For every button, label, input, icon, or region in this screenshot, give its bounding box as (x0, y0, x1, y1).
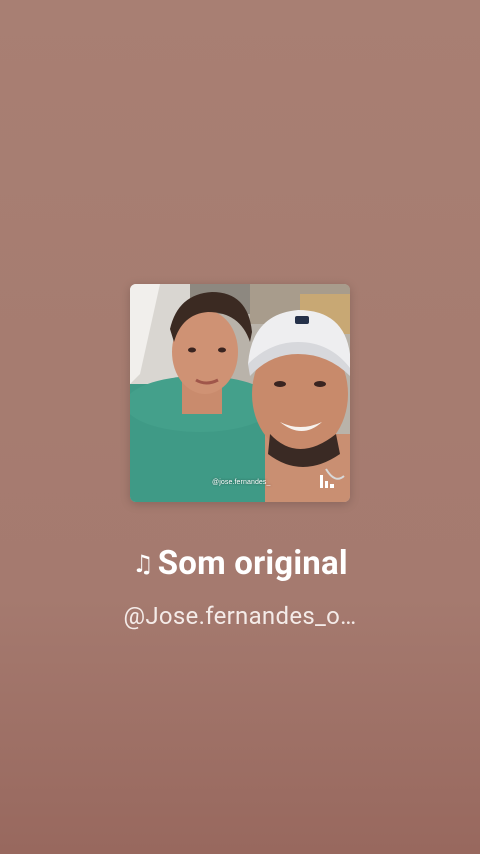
sound-title-row: ♫ Som original (0, 542, 480, 586)
cover-watermark: @jose.fernandes_ (212, 479, 271, 486)
cover-photo (130, 284, 350, 502)
sound-author-link[interactable]: @Jose.fernandes_o… (0, 598, 480, 634)
sound-title: Som original (157, 544, 348, 583)
app-logo-icon (320, 475, 334, 488)
music-note-icon: ♫ (132, 550, 154, 578)
sound-cover-image[interactable]: @jose.fernandes_ (130, 284, 350, 502)
